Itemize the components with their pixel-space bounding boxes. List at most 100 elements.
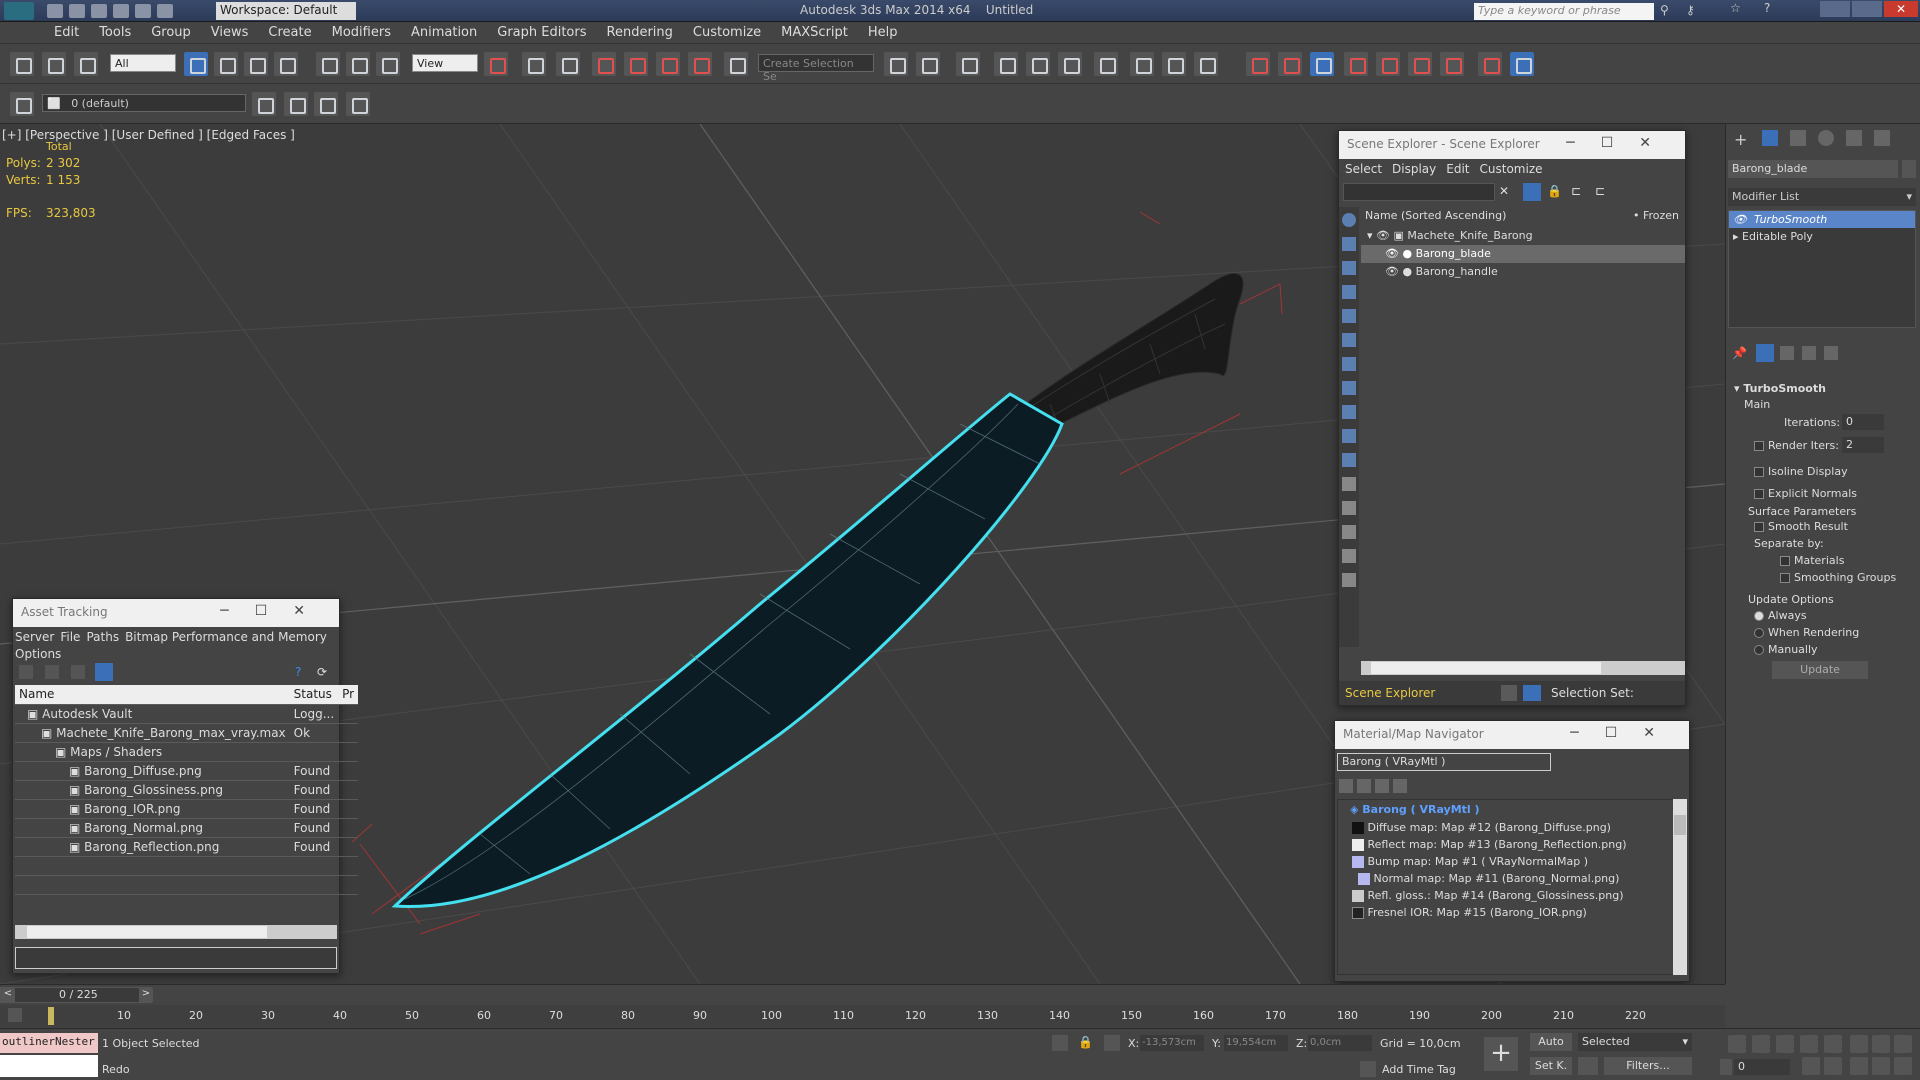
col-frozen-header[interactable]: • Frozen: [1633, 209, 1679, 222]
edit-named-selection-icon[interactable]: [724, 52, 748, 76]
modify-tab-icon[interactable]: [1762, 130, 1778, 146]
se-menu-customize[interactable]: Customize: [1480, 162, 1543, 176]
app-logo-icon[interactable]: [4, 2, 34, 20]
make-unique-icon[interactable]: [1780, 346, 1794, 360]
material-name-field[interactable]: Barong ( VRayMtl ): [1337, 753, 1551, 771]
tree-item-machete[interactable]: ▾ 👁 ▣ Machete_Knife_Barong: [1361, 227, 1685, 245]
schematic-view-icon[interactable]: [1058, 52, 1082, 76]
help-icon[interactable]: ?: [295, 665, 301, 679]
add-time-tag-button[interactable]: Add Time Tag: [1382, 1063, 1456, 1076]
rectangular-selection-icon[interactable]: [244, 52, 268, 76]
map-item-gloss[interactable]: Refl. gloss.: Map #14 (Barong_Glossiness…: [1338, 887, 1674, 904]
update-button[interactable]: Update: [1772, 661, 1868, 679]
field-of-view-icon[interactable]: [1824, 1057, 1842, 1075]
when-rendering-radio[interactable]: [1754, 628, 1764, 638]
time-configuration-icon[interactable]: [1802, 1057, 1820, 1075]
scrollbar-thumb[interactable]: [1674, 815, 1686, 835]
when-rendering-row[interactable]: When Rendering: [1754, 626, 1859, 639]
pivot-center-icon[interactable]: [484, 52, 508, 76]
smoothing-groups-checkbox[interactable]: [1780, 573, 1790, 583]
previous-frame-icon[interactable]: [1752, 1035, 1770, 1053]
se-menu-select[interactable]: Select: [1345, 162, 1382, 176]
menu-tools[interactable]: Tools: [89, 22, 141, 43]
display-spacewarps-icon[interactable]: [1342, 333, 1356, 347]
keyboard-shortcut-icon[interactable]: [556, 52, 580, 76]
display-tab-icon[interactable]: [1846, 130, 1862, 146]
se-menu-edit[interactable]: Edit: [1446, 162, 1469, 176]
orbit-icon[interactable]: [1872, 1057, 1890, 1075]
window-crossing-icon[interactable]: [274, 52, 298, 76]
se-search-input[interactable]: [1343, 183, 1495, 201]
table-row[interactable]: ▣ Barong_Diffuse.png Found: [15, 761, 359, 781]
new-file-icon[interactable]: [47, 4, 63, 18]
undo-icon[interactable]: [113, 4, 129, 18]
absolute-mode-icon[interactable]: [1104, 1035, 1120, 1051]
always-radio[interactable]: [1754, 611, 1764, 621]
zoom-all-icon[interactable]: [1872, 1035, 1890, 1053]
key-filter-icon[interactable]: [1578, 1057, 1598, 1075]
snap-endpoint-icon[interactable]: [1344, 52, 1368, 76]
display-helpers-icon[interactable]: [1342, 309, 1356, 323]
set-key-plus-icon[interactable]: +: [1484, 1037, 1518, 1071]
selection-filter-dropdown[interactable]: All: [110, 54, 176, 72]
prev-frame-icon[interactable]: <: [1, 988, 15, 1002]
motion-tab-icon[interactable]: [1818, 130, 1834, 146]
explicit-normals-row[interactable]: Explicit Normals: [1754, 487, 1857, 500]
menu-customize[interactable]: Customize: [683, 22, 771, 43]
utilities-tab-icon[interactable]: [1874, 130, 1890, 146]
help-icon[interactable]: ?: [1764, 1, 1770, 15]
z-coordinate-field[interactable]: 0,0cm: [1308, 1035, 1372, 1051]
table-row[interactable]: ▣ Barong_Normal.png Found: [15, 818, 359, 838]
smoothing-groups-row[interactable]: Smoothing Groups: [1780, 571, 1896, 584]
sort-icon[interactable]: ⊏: [1595, 184, 1605, 198]
col-status[interactable]: Status: [289, 685, 339, 705]
scene-explorer-titlebar[interactable]: Scene Explorer - Scene Explorer ─☐✕: [1339, 131, 1685, 159]
view-small-icons-icon[interactable]: [1375, 779, 1389, 793]
pan-view-icon[interactable]: [1850, 1057, 1868, 1075]
track-bar[interactable]: 10 20 30 40 50 60 70 80 90 100 110 120 1…: [0, 1005, 1725, 1027]
view-mode-icon[interactable]: [71, 665, 85, 679]
hold-icon[interactable]: [157, 4, 173, 18]
display-invert-icon[interactable]: [1342, 525, 1356, 539]
display-geometry-icon[interactable]: [1342, 213, 1356, 227]
maxscript-listener[interactable]: outlinerNester: [0, 1033, 98, 1053]
select-dependents-icon[interactable]: [1342, 573, 1356, 587]
view-mode-icon[interactable]: [19, 665, 33, 679]
table-row[interactable]: ▣ Barong_IOR.png Found: [15, 799, 359, 819]
funnel-icon[interactable]: [1342, 549, 1356, 563]
modifier-list-dropdown[interactable]: Modifier List ▾: [1728, 188, 1916, 206]
snap-center-icon[interactable]: [1478, 52, 1502, 76]
binoculars-icon[interactable]: ⚲: [1660, 3, 1669, 17]
bind-space-warp-icon[interactable]: [74, 52, 98, 76]
menu-edit[interactable]: Edit: [44, 22, 89, 43]
save-icon[interactable]: [91, 4, 107, 18]
se-horizontal-scrollbar[interactable]: [1361, 661, 1685, 675]
maximize-viewport-icon[interactable]: [1894, 1057, 1912, 1075]
create-layer-icon[interactable]: [284, 92, 308, 116]
display-frozen-icon[interactable]: [1342, 453, 1356, 467]
snap-xy-plane-icon[interactable]: [1510, 52, 1534, 76]
isoline-row[interactable]: Isoline Display: [1754, 465, 1848, 478]
angle-snap-icon[interactable]: [624, 52, 648, 76]
curve-editor-icon[interactable]: [1026, 52, 1050, 76]
display-none-icon[interactable]: [1342, 501, 1356, 515]
snap-pivot-icon[interactable]: [1278, 52, 1302, 76]
display-containers-icon[interactable]: [1342, 429, 1356, 443]
view-list-icon[interactable]: [1339, 779, 1353, 793]
view-mode-icon[interactable]: [95, 663, 113, 681]
named-selection-dropdown[interactable]: Create Selection Se: [758, 54, 874, 83]
col-name[interactable]: Name: [15, 685, 290, 705]
col-pr[interactable]: Pr: [338, 685, 359, 705]
remove-modifier-icon[interactable]: [1802, 346, 1816, 360]
material-editor-icon[interactable]: [1094, 52, 1118, 76]
always-row[interactable]: Always: [1754, 609, 1807, 622]
hierarchy-mode-icon[interactable]: [1523, 685, 1541, 701]
key-icon[interactable]: ⚷: [1686, 3, 1695, 17]
iterations-spinner[interactable]: 0: [1842, 414, 1884, 430]
map-item-reflect[interactable]: Reflect map: Map #13 (Barong_Reflection.…: [1338, 836, 1674, 853]
hierarchy-tab-icon[interactable]: [1790, 130, 1806, 146]
display-all-icon[interactable]: [1342, 477, 1356, 491]
time-slider[interactable]: < 0 / 225 >: [0, 987, 153, 1003]
align-icon[interactable]: [916, 52, 940, 76]
object-name-field[interactable]: Barong_blade: [1728, 160, 1898, 178]
